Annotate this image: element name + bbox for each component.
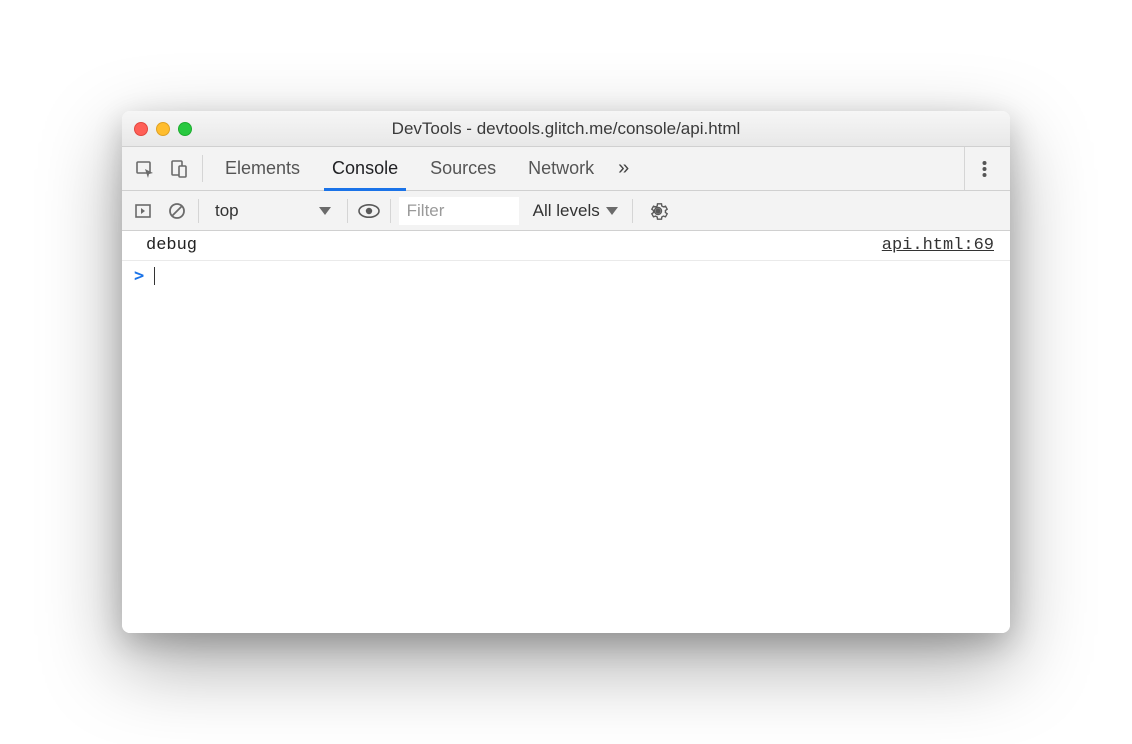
tab-sources[interactable]: Sources	[414, 147, 512, 190]
inspect-element-icon[interactable]	[128, 147, 162, 190]
levels-label: All levels	[533, 201, 600, 221]
chevron-down-icon	[606, 207, 618, 215]
device-toggle-icon[interactable]	[162, 147, 196, 190]
tab-console[interactable]: Console	[316, 147, 414, 190]
tabs: Elements Console Sources Network	[209, 147, 610, 190]
log-levels-select[interactable]: All levels	[527, 201, 624, 221]
console-body: debug api.html:69 >	[122, 231, 1010, 633]
log-message: debug	[146, 236, 197, 255]
console-settings-icon[interactable]	[645, 198, 671, 224]
separator	[347, 199, 348, 223]
console-prompt[interactable]: >	[122, 261, 1010, 291]
minimize-window-button[interactable]	[156, 122, 170, 136]
toggle-drawer-icon[interactable]	[130, 198, 156, 224]
titlebar: DevTools - devtools.glitch.me/console/ap…	[122, 111, 1010, 147]
more-tabs-icon[interactable]: »	[610, 147, 637, 190]
close-window-button[interactable]	[134, 122, 148, 136]
text-cursor	[154, 267, 155, 285]
prompt-caret-icon: >	[134, 266, 144, 286]
separator	[632, 199, 633, 223]
separator	[390, 199, 391, 223]
context-label: top	[215, 201, 239, 221]
devtools-window: DevTools - devtools.glitch.me/console/ap…	[122, 111, 1010, 633]
clear-console-icon[interactable]	[164, 198, 190, 224]
separator	[202, 155, 203, 182]
separator	[198, 199, 199, 223]
console-toolbar: top All levels	[122, 191, 1010, 231]
tab-elements[interactable]: Elements	[209, 147, 316, 190]
tab-network[interactable]: Network	[512, 147, 610, 190]
execution-context-select[interactable]: top	[207, 201, 339, 221]
live-expression-icon[interactable]	[356, 198, 382, 224]
filter-input[interactable]	[399, 197, 519, 225]
traffic-lights	[134, 122, 192, 136]
log-row: debug api.html:69	[122, 231, 1010, 261]
tabbar: Elements Console Sources Network »	[122, 147, 1010, 191]
spacer	[637, 147, 964, 190]
zoom-window-button[interactable]	[178, 122, 192, 136]
more-options-icon[interactable]	[964, 147, 1004, 190]
log-source-link[interactable]: api.html:69	[882, 236, 1002, 255]
chevron-down-icon	[319, 207, 331, 215]
window-title: DevTools - devtools.glitch.me/console/ap…	[392, 119, 741, 139]
